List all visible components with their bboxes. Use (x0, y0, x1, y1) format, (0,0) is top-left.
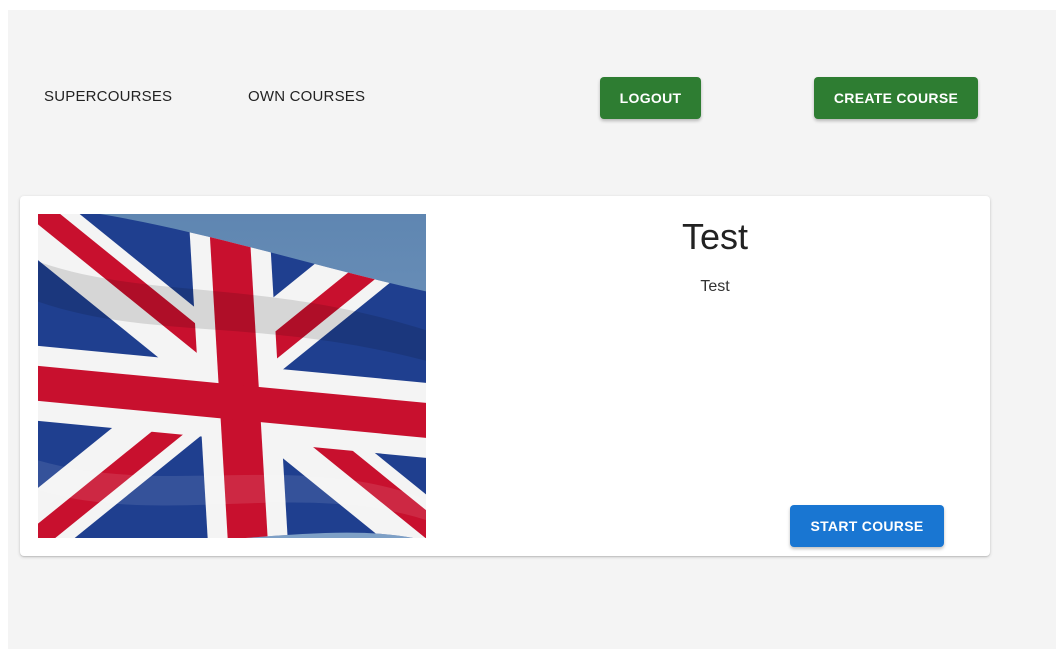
nav-supercourses[interactable]: SUPERCOURSES (44, 88, 172, 105)
nav-own-courses[interactable]: OWN COURSES (248, 88, 365, 105)
course-card: Test Test START COURSE (20, 196, 990, 556)
logout-button[interactable]: LOGOUT (600, 77, 701, 119)
course-description: Test (700, 278, 730, 295)
course-image (38, 214, 426, 538)
create-course-button[interactable]: CREATE COURSE (814, 77, 978, 119)
page-background: SUPERCOURSES OWN COURSES LOGOUT CREATE C… (8, 10, 1056, 649)
course-title: Test (681, 216, 749, 257)
union-jack-flag-icon (38, 214, 426, 538)
start-course-button[interactable]: START COURSE (790, 505, 944, 547)
